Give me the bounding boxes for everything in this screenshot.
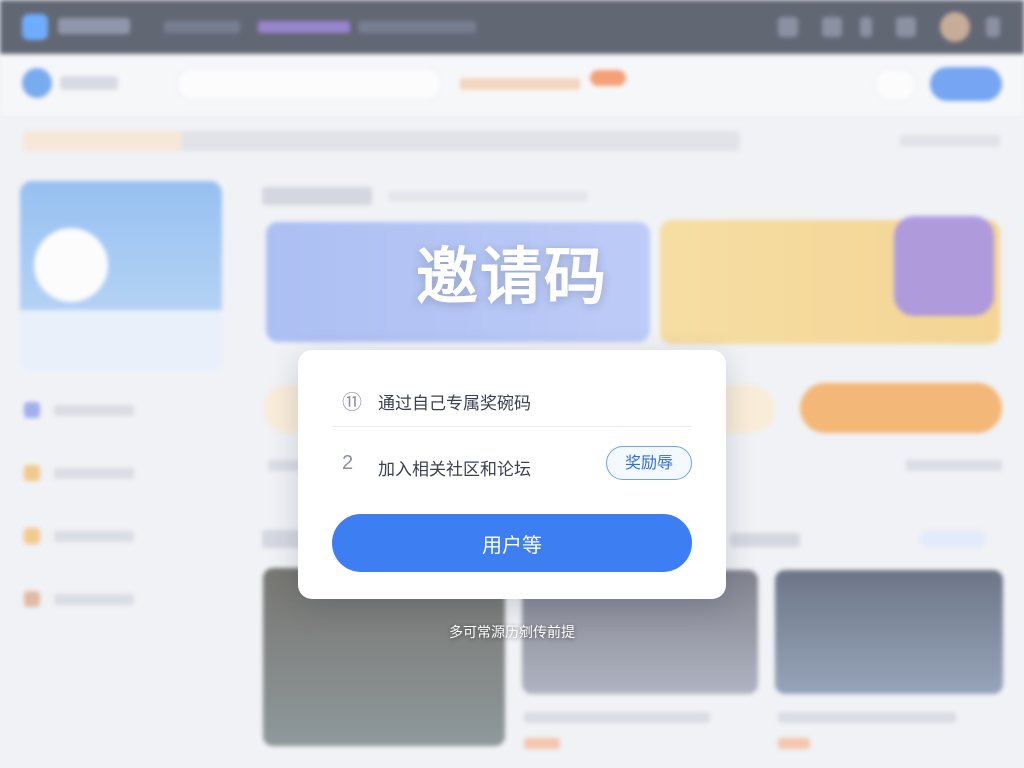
step-item: 2 加入相关社区和论坛 奖励辱: [332, 442, 692, 492]
step-item: ⑪ 通过自己专属奖碗码: [332, 376, 692, 427]
reward-button[interactable]: 奖励辱: [606, 446, 692, 480]
primary-button[interactable]: 用户等: [332, 514, 692, 572]
modal-title: 邀请码: [415, 240, 608, 313]
step-text: 通过自己专属奖碗码: [378, 394, 531, 414]
invite-code-modal: ⑪ 通过自己专属奖碗码 2 加入相关社区和论坛 奖励辱 用户等: [298, 350, 726, 599]
step-text: 加入相关社区和论坛: [378, 460, 531, 480]
step-number: ⑪: [342, 392, 362, 414]
hint-text: 多可常源历剜传前提: [449, 625, 575, 641]
step-number: 2: [342, 452, 354, 474]
